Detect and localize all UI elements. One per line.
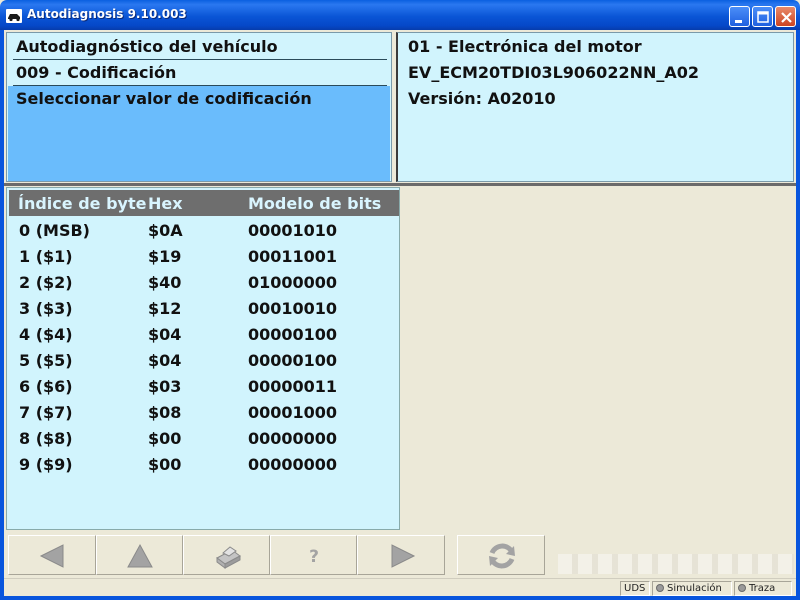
table-row[interactable]: 4 ($4) $04 00000100 — [9, 322, 399, 348]
byte-index-cell: 6 ($6) — [19, 377, 73, 396]
title-bar[interactable]: Autodiagnosis 9.10.003 — [0, 0, 800, 30]
bit-pattern-cell: 00011001 — [248, 247, 338, 266]
byte-index-cell: 5 ($5) — [19, 351, 73, 370]
led-icon — [656, 584, 664, 592]
table-row[interactable]: 9 ($9) $00 00000000 — [9, 452, 399, 478]
refresh-button[interactable] — [457, 535, 545, 575]
back-button[interactable] — [8, 535, 96, 575]
table-row[interactable]: 5 ($5) $04 00000100 — [9, 348, 399, 374]
status-protocol: UDS — [620, 581, 650, 596]
ecu-info-panel: 01 - Electrónica del motor EV_ECM20TDI03… — [396, 32, 794, 182]
column-header-hex[interactable]: Hex — [148, 194, 183, 213]
bit-pattern-cell: 00000100 — [248, 351, 338, 370]
status-trace: Traza — [734, 581, 792, 596]
hex-cell: $40 — [148, 273, 182, 292]
hex-cell: $08 — [148, 403, 182, 422]
hex-cell: $0A — [148, 221, 183, 240]
ecu-version: Versión: A02010 — [408, 89, 556, 108]
status-bar: UDS Simulación Traza — [4, 578, 796, 596]
column-header-byte-index[interactable]: Índice de byte — [18, 194, 146, 213]
empty-panel — [402, 187, 794, 530]
table-row[interactable]: 7 ($7) $08 00001000 — [9, 400, 399, 426]
print-button[interactable] — [183, 535, 270, 575]
bit-pattern-cell: 01000000 — [248, 273, 338, 292]
client-area: Autodiagnóstico del vehículo 009 - Codif… — [4, 30, 796, 596]
minimize-button[interactable] — [729, 6, 750, 27]
bit-pattern-cell: 00000000 — [248, 455, 338, 474]
hex-cell: $04 — [148, 351, 182, 370]
bit-pattern-cell: 00001000 — [248, 403, 338, 422]
bit-pattern-cell: 00010010 — [248, 299, 338, 318]
byte-index-cell: 9 ($9) — [19, 455, 73, 474]
status-trace-label: Traza — [749, 583, 776, 594]
back-arrow-icon — [39, 544, 64, 568]
byte-index-cell: 1 ($1) — [19, 247, 73, 266]
hex-cell: $12 — [148, 299, 182, 318]
bit-pattern-cell: 00000000 — [248, 429, 338, 448]
nav-item-select-coding-value[interactable]: Seleccionar valor de codificación — [16, 89, 312, 108]
bit-pattern-cell: 00001010 — [248, 221, 338, 240]
column-header-bit-pattern[interactable]: Modelo de bits — [248, 194, 381, 213]
window-title: Autodiagnosis 9.10.003 — [27, 7, 187, 21]
close-button[interactable] — [775, 6, 796, 27]
table-row[interactable]: 8 ($8) $00 00000000 — [9, 426, 399, 452]
help-button[interactable]: ? — [270, 535, 357, 575]
table-row[interactable]: 2 ($2) $40 01000000 — [9, 270, 399, 296]
byte-index-cell: 3 ($3) — [19, 299, 73, 318]
maximize-button[interactable] — [752, 6, 773, 27]
navigation-panel: Autodiagnóstico del vehículo 009 - Codif… — [6, 32, 392, 182]
table-row[interactable]: 0 (MSB) $0A 00001010 — [9, 218, 399, 244]
toolbar: ? — [6, 532, 794, 578]
table-row[interactable]: 3 ($3) $12 00010010 — [9, 296, 399, 322]
divider — [13, 59, 387, 60]
status-simulation: Simulación — [652, 581, 732, 596]
table-header: Índice de byte Hex Modelo de bits — [9, 190, 399, 216]
close-icon — [781, 12, 792, 23]
print-icon — [216, 546, 241, 569]
up-arrow-icon — [127, 543, 153, 568]
bit-pattern-cell: 00000100 — [248, 325, 338, 344]
byte-index-cell: 7 ($7) — [19, 403, 73, 422]
nav-item-self-diagnosis[interactable]: Autodiagnóstico del vehículo — [16, 37, 278, 56]
panel-splitter[interactable] — [4, 183, 796, 186]
help-icon: ? — [309, 547, 319, 567]
table-row[interactable]: 6 ($6) $03 00000011 — [9, 374, 399, 400]
led-icon — [738, 584, 746, 592]
hex-cell: $03 — [148, 377, 182, 396]
ecu-part-number: EV_ECM20TDI03L906022NN_A02 — [408, 63, 700, 82]
table-row[interactable]: 1 ($1) $19 00011001 — [9, 244, 399, 270]
refresh-icon — [489, 543, 515, 569]
hex-cell: $19 — [148, 247, 182, 266]
hex-cell: $04 — [148, 325, 182, 344]
byte-index-cell: 8 ($8) — [19, 429, 73, 448]
forward-button[interactable] — [357, 535, 445, 575]
byte-index-cell: 2 ($2) — [19, 273, 73, 292]
hex-cell: $00 — [148, 429, 182, 448]
minimize-icon — [735, 20, 742, 23]
ecu-name: 01 - Electrónica del motor — [408, 37, 642, 56]
up-button[interactable] — [96, 535, 183, 575]
forward-arrow-icon — [391, 544, 416, 568]
coding-table: Índice de byte Hex Modelo de bits 0 (MSB… — [6, 187, 400, 530]
status-simulation-label: Simulación — [667, 583, 722, 594]
window-frame: Autodiagnóstico del vehículo 009 - Codif… — [0, 30, 800, 600]
bit-pattern-cell: 00000011 — [248, 377, 338, 396]
nav-item-coding[interactable]: 009 - Codificación — [16, 63, 176, 82]
byte-index-cell: 4 ($4) — [19, 325, 73, 344]
byte-index-cell: 0 (MSB) — [19, 221, 90, 240]
hex-cell: $00 — [148, 455, 182, 474]
car-icon — [6, 8, 22, 23]
faded-area — [558, 554, 794, 574]
